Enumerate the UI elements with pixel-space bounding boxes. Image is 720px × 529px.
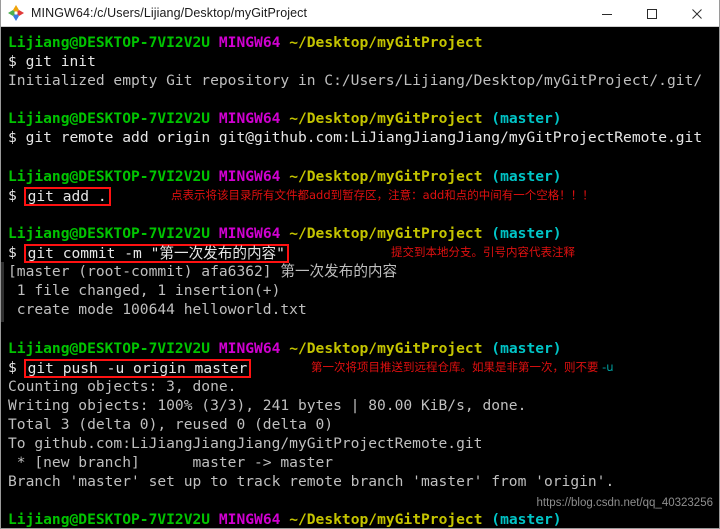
command-line[interactable]: $ git commit -m "第一次发布的内容" 提交到本地分支。引号内容代表… [8,243,719,264]
highlighted-command[interactable]: git commit -m "第一次发布的内容" [23,244,289,264]
annotation-flag: -u [602,359,614,374]
prompt-shell: MINGW64 [218,110,281,128]
prompt-shell: MINGW64 [218,511,281,529]
source-watermark: https://blog.csdn.net/qq_40323256 [536,497,713,509]
terminal-output[interactable]: Lijiang@DESKTOP-7VI2V2U MINGW64 ~/Deskto… [1,27,719,529]
output-line: To github.com:LiJiangJiangJiang/myGitPro… [8,434,483,452]
prompt-symbol: $ [8,53,17,71]
prompt-shell: MINGW64 [218,224,281,242]
prompt-line-block-commit: Lijiang@DESKTOP-7VI2V2U MINGW64 ~/Deskto… [8,224,719,243]
prompt-user: Lijiang@DESKTOP-7VI2V2U [8,110,211,128]
prompt-path: ~/Desktop/myGitProject [289,339,483,357]
scroll-edge-marker [1,262,4,322]
prompt-line-block-remote-add: Lijiang@DESKTOP-7VI2V2U MINGW64 ~/Deskto… [8,109,719,128]
prompt-branch: (master) [491,110,562,128]
prompt-branch: (master) [491,511,562,529]
command-line[interactable]: $ git init [8,52,719,71]
titlebar[interactable]: MINGW64:/c/Users/Lijiang/Desktop/myGitPr… [1,0,719,27]
prompt-path: ~/Desktop/myGitProject [289,511,483,529]
minimize-button[interactable] [584,0,629,27]
git-bash-icon [7,4,25,22]
command-line[interactable]: $ git push -u origin master 第一次将项目推送到远程仓库… [8,358,719,378]
prompt-symbol: $ [8,129,17,147]
output-line: [master (root-commit) afa6362] 第一次发布的内容 [8,263,398,281]
prompt-line-final: Lijiang@DESKTOP-7VI2V2U MINGW64 ~/Deskto… [8,510,719,529]
prompt-branch: (master) [491,167,562,185]
command-text: git remote add origin git@github.com:LiJ… [25,129,703,147]
prompt-path: ~/Desktop/myGitProject [289,167,483,185]
prompt-user: Lijiang@DESKTOP-7VI2V2U [8,511,211,529]
maximize-button[interactable] [629,0,674,27]
output-line: Counting objects: 3, done. [8,377,237,395]
prompt-branch: (master) [491,224,562,242]
command-line[interactable]: $ git remote add origin git@github.com:L… [8,128,719,147]
prompt-symbol: $ [8,244,17,262]
window-controls [584,0,719,27]
prompt-shell: MINGW64 [218,34,281,51]
prompt-path: ~/Desktop/myGitProject [289,224,483,242]
command-annotation: 提交到本地分支。引号内容代表注释 [391,245,575,260]
prompt-symbol: $ [8,186,17,204]
output-line: Total 3 (delta 0), reused 0 (delta 0) [8,415,334,433]
prompt-branch: (master) [491,339,562,357]
prompt-line-block-push: Lijiang@DESKTOP-7VI2V2U MINGW64 ~/Deskto… [8,339,719,358]
prompt-user: Lijiang@DESKTOP-7VI2V2U [8,167,211,185]
command-annotation: 点表示将该目录所有文件都add到暂存区，注意：add和点的中间有一个空格！！！ [171,187,594,202]
highlighted-command[interactable]: git push -u origin master [23,358,252,378]
prompt-user: Lijiang@DESKTOP-7VI2V2U [8,224,211,242]
prompt-line-block-init: Lijiang@DESKTOP-7VI2V2U MINGW64 ~/Deskto… [8,33,719,52]
close-button[interactable] [674,0,719,27]
git-bash-window: MINGW64:/c/Users/Lijiang/Desktop/myGitPr… [0,0,720,529]
prompt-shell: MINGW64 [218,167,281,185]
output-line: 1 file changed, 1 insertion(+) [8,282,281,300]
output-line: Initialized empty Git repository in C:/U… [8,72,703,90]
output-line: Writing objects: 100% (3/3), 241 bytes |… [8,396,527,414]
prompt-line-block-add: Lijiang@DESKTOP-7VI2V2U MINGW64 ~/Deskto… [8,167,719,186]
highlighted-command[interactable]: git add . [23,186,111,206]
prompt-path: ~/Desktop/myGitProject [289,34,483,51]
command-annotation: 第一次将项目推送到远程仓库。如果是非第一次，则不要 -u [311,359,614,374]
prompt-user: Lijiang@DESKTOP-7VI2V2U [8,339,211,357]
prompt-user: Lijiang@DESKTOP-7VI2V2U [8,34,211,51]
prompt-path: ~/Desktop/myGitProject [289,110,483,128]
output-line: create mode 100644 helloworld.txt [8,301,307,319]
output-line: Branch 'master' set up to track remote b… [8,473,615,491]
prompt-symbol: $ [8,358,17,376]
command-text: git init [25,53,96,71]
command-line[interactable]: $ git add . 点表示将该目录所有文件都add到暂存区，注意：add和点的… [8,186,719,206]
output-line: * [new branch] master -> master [8,454,334,472]
prompt-shell: MINGW64 [218,339,281,357]
window-title: MINGW64:/c/Users/Lijiang/Desktop/myGitPr… [31,6,308,20]
